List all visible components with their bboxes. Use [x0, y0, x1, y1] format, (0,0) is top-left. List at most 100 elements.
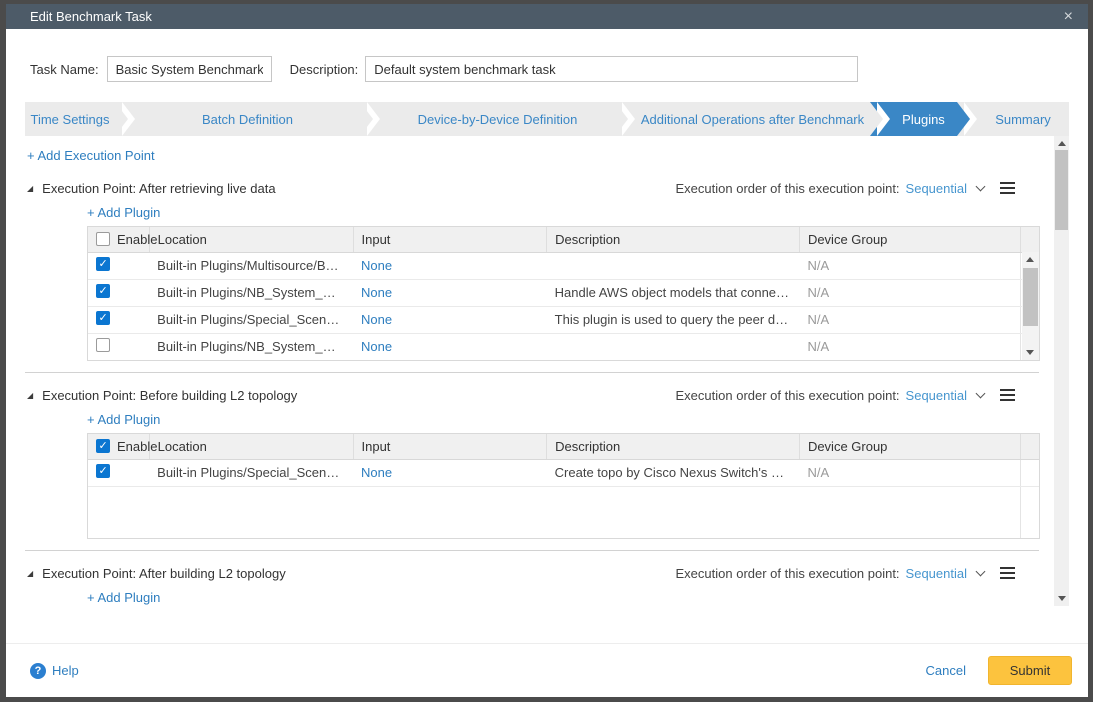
help-label: Help — [52, 663, 79, 678]
description-input[interactable] — [365, 56, 858, 82]
collapse-triangle-icon[interactable]: ◢ — [27, 184, 33, 193]
table-row: Built-in Plugins/NB_System_Use/Si... Non… — [88, 333, 1039, 360]
tab-device-by-device-definition[interactable]: Device-by-Device Definition — [380, 102, 615, 136]
device-group-cell: N/A — [799, 459, 1020, 486]
dialog-footer: ? Help Cancel Submit — [6, 643, 1088, 697]
input-link[interactable]: None — [361, 312, 392, 327]
column-input: Input — [353, 434, 547, 459]
chevron-down-icon[interactable] — [976, 388, 986, 398]
execution-order-value[interactable]: Sequential — [906, 566, 967, 581]
column-device-group: Device Group — [799, 227, 1020, 252]
column-location: Location — [149, 227, 353, 252]
tab-label: Batch Definition — [202, 112, 293, 127]
task-name-label: Task Name: — [30, 62, 99, 77]
help-link[interactable]: ? Help — [30, 663, 79, 679]
description-cell — [547, 252, 800, 279]
location-cell: Built-in Plugins/NB_System_Use/Si... — [149, 333, 353, 360]
collapse-triangle-icon[interactable]: ◢ — [27, 391, 33, 400]
tab-label: Time Settings — [31, 112, 110, 127]
table-row: Built-in Plugins/Special_Scenarios/... N… — [88, 459, 1039, 486]
tab-time-settings[interactable]: Time Settings — [25, 102, 115, 136]
tab-summary[interactable]: Summary — [977, 102, 1069, 136]
add-plugin-link[interactable]: + Add Plugin — [87, 412, 160, 430]
tab-batch-definition[interactable]: Batch Definition — [135, 102, 360, 136]
task-form-row: Task Name: Description: — [30, 56, 1088, 82]
input-link[interactable]: None — [361, 465, 392, 480]
tab-label: Plugins — [902, 112, 945, 127]
column-location: Location — [149, 434, 353, 459]
chevron-down-icon[interactable] — [976, 181, 986, 191]
tab-separator — [615, 102, 635, 136]
tab-label: Additional Operations after Benchmark — [641, 112, 864, 127]
tab-plugins[interactable]: Plugins — [890, 102, 957, 136]
execution-point-title: Execution Point: After building L2 topol… — [42, 566, 286, 581]
dialog-title: Edit Benchmark Task — [30, 9, 152, 24]
plugin-table: Enable Location Input Description Device… — [87, 433, 1040, 539]
plugin-table: Enable Location Input Description Device… — [87, 226, 1040, 361]
description-cell: Create topo by Cisco Nexus Switch's NDP … — [547, 459, 800, 486]
collapse-triangle-icon[interactable]: ◢ — [27, 569, 33, 578]
enable-checkbox[interactable] — [96, 284, 110, 298]
execution-order-value[interactable]: Sequential — [906, 181, 967, 196]
input-link[interactable]: None — [361, 339, 392, 354]
column-enable: Enable — [117, 232, 157, 247]
scroll-down-icon[interactable] — [1058, 596, 1066, 601]
close-icon[interactable]: × — [1064, 9, 1073, 25]
column-description: Description — [547, 434, 800, 459]
dialog-title-bar: Edit Benchmark Task × — [6, 4, 1088, 29]
execution-point-section-header: ◢ Execution Point: Before building L2 to… — [25, 383, 1053, 407]
menu-icon[interactable] — [1000, 564, 1015, 582]
menu-icon[interactable] — [1000, 179, 1015, 197]
execution-order-label: Execution order of this execution point: — [676, 181, 900, 196]
input-link[interactable]: None — [361, 285, 392, 300]
scroll-up-icon[interactable] — [1026, 257, 1034, 262]
submit-button[interactable]: Submit — [988, 656, 1072, 685]
menu-icon[interactable] — [1000, 386, 1015, 404]
execution-order-control: Execution order of this execution point:… — [676, 564, 1015, 582]
table-row: Built-in Plugins/NB_System_Use/A... None… — [88, 279, 1039, 306]
scrollbar-thumb[interactable] — [1023, 268, 1038, 326]
empty-table-space — [88, 486, 1039, 538]
enable-checkbox[interactable] — [96, 257, 110, 271]
tab-additional-operations[interactable]: Additional Operations after Benchmark — [635, 102, 870, 136]
tab-separator — [870, 102, 890, 136]
column-input: Input — [353, 227, 547, 252]
execution-order-value[interactable]: Sequential — [906, 388, 967, 403]
location-cell: Built-in Plugins/Special_Scenarios/... — [149, 306, 353, 333]
execution-order-label: Execution order of this execution point: — [676, 566, 900, 581]
add-execution-point-link[interactable]: + Add Execution Point — [27, 148, 155, 166]
location-cell: Built-in Plugins/Multisource/Benc... — [149, 252, 353, 279]
scroll-down-icon[interactable] — [1026, 350, 1034, 355]
select-all-checkbox[interactable] — [96, 439, 110, 453]
enable-checkbox[interactable] — [96, 464, 110, 478]
description-cell: This plugin is used to query the peer de… — [547, 306, 800, 333]
execution-point-section-header: ◢ Execution Point: After retrieving live… — [25, 176, 1053, 200]
execution-point-title: Execution Point: Before building L2 topo… — [42, 388, 297, 403]
chevron-down-icon[interactable] — [976, 566, 986, 576]
description-label: Description: — [290, 62, 359, 77]
scrollbar-thumb[interactable] — [1055, 150, 1068, 230]
column-description: Description — [547, 227, 800, 252]
description-cell — [547, 333, 800, 360]
enable-checkbox[interactable] — [96, 311, 110, 325]
task-name-input[interactable] — [107, 56, 272, 82]
section-divider — [25, 372, 1039, 373]
description-cell: Handle AWS object models that connect to… — [547, 279, 800, 306]
add-plugin-link[interactable]: + Add Plugin — [87, 590, 160, 606]
scroll-up-icon[interactable] — [1058, 141, 1066, 146]
execution-order-control: Execution order of this execution point:… — [676, 179, 1015, 197]
column-device-group: Device Group — [799, 434, 1020, 459]
enable-checkbox[interactable] — [96, 338, 110, 352]
input-link[interactable]: None — [361, 258, 392, 273]
add-plugin-link[interactable]: + Add Plugin — [87, 205, 160, 223]
select-all-checkbox[interactable] — [96, 232, 110, 246]
help-icon: ? — [30, 663, 46, 679]
cancel-button[interactable]: Cancel — [926, 663, 966, 678]
table-header-row: Enable Location Input Description Device… — [88, 434, 1039, 459]
table-row: Built-in Plugins/Special_Scenarios/... N… — [88, 306, 1039, 333]
content-scrollbar[interactable] — [1054, 136, 1069, 606]
table-scrollbar[interactable] — [1022, 252, 1039, 360]
tab-separator — [115, 102, 135, 136]
section-divider — [25, 550, 1039, 551]
device-group-cell: N/A — [799, 333, 1020, 360]
